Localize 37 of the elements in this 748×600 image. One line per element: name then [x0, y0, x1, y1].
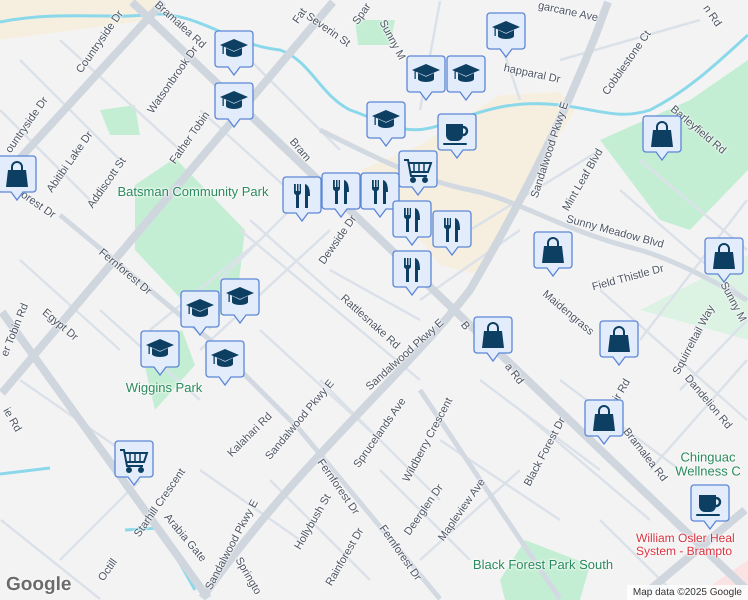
stream	[0, 466, 50, 476]
park-label: Batsman Community Park	[118, 184, 268, 199]
graduation-cap-marker-icon[interactable]	[406, 55, 446, 103]
park-label: Chinguac Wellness C	[674, 450, 742, 480]
shopping-bag-marker-icon[interactable]	[584, 399, 624, 447]
map-attribution[interactable]: Map data ©2025 Google	[626, 585, 748, 600]
coffee-cup-marker-icon[interactable]	[690, 484, 730, 532]
shopping-cart-marker-icon[interactable]	[114, 440, 154, 488]
shopping-bag-marker-icon[interactable]	[473, 316, 513, 364]
street-label: a Rd	[502, 361, 526, 387]
google-logo: Google	[6, 574, 72, 596]
graduation-cap-marker-icon[interactable]	[446, 55, 486, 103]
graduation-cap-marker-icon[interactable]	[180, 290, 220, 338]
fork-knife-marker-icon[interactable]	[282, 176, 322, 224]
fork-knife-marker-icon[interactable]	[392, 200, 432, 248]
fork-knife-marker-icon[interactable]	[392, 250, 432, 298]
street-label: happaral Dr	[502, 62, 562, 86]
street-label: Field Thistle Dr	[590, 262, 666, 294]
street-label: n Rd	[700, 3, 724, 29]
hospital-label: William Osler Heal System - Brampto	[636, 532, 736, 558]
graduation-cap-marker-icon[interactable]	[486, 12, 526, 60]
park-label: Black Forest Park South	[472, 558, 614, 572]
graduation-cap-marker-icon[interactable]	[214, 30, 254, 78]
park-area	[100, 105, 140, 135]
graduation-cap-marker-icon[interactable]	[220, 278, 260, 326]
shopping-bag-marker-icon[interactable]	[599, 320, 639, 368]
graduation-cap-marker-icon[interactable]	[366, 101, 406, 149]
street-label: Sunny Meadow Blvd	[565, 213, 665, 251]
shopping-bag-marker-icon[interactable]	[533, 231, 573, 279]
street-label: B	[458, 319, 472, 333]
park-label: Wiggins Park	[126, 380, 202, 396]
street-label: er Tobin Rd	[0, 302, 32, 358]
street-label: ie Rd	[0, 406, 24, 434]
street-label: garcane Ave	[536, 0, 600, 24]
graduation-cap-marker-icon[interactable]	[205, 340, 245, 388]
graduation-cap-marker-icon[interactable]	[214, 82, 254, 130]
fork-knife-marker-icon[interactable]	[360, 172, 400, 220]
